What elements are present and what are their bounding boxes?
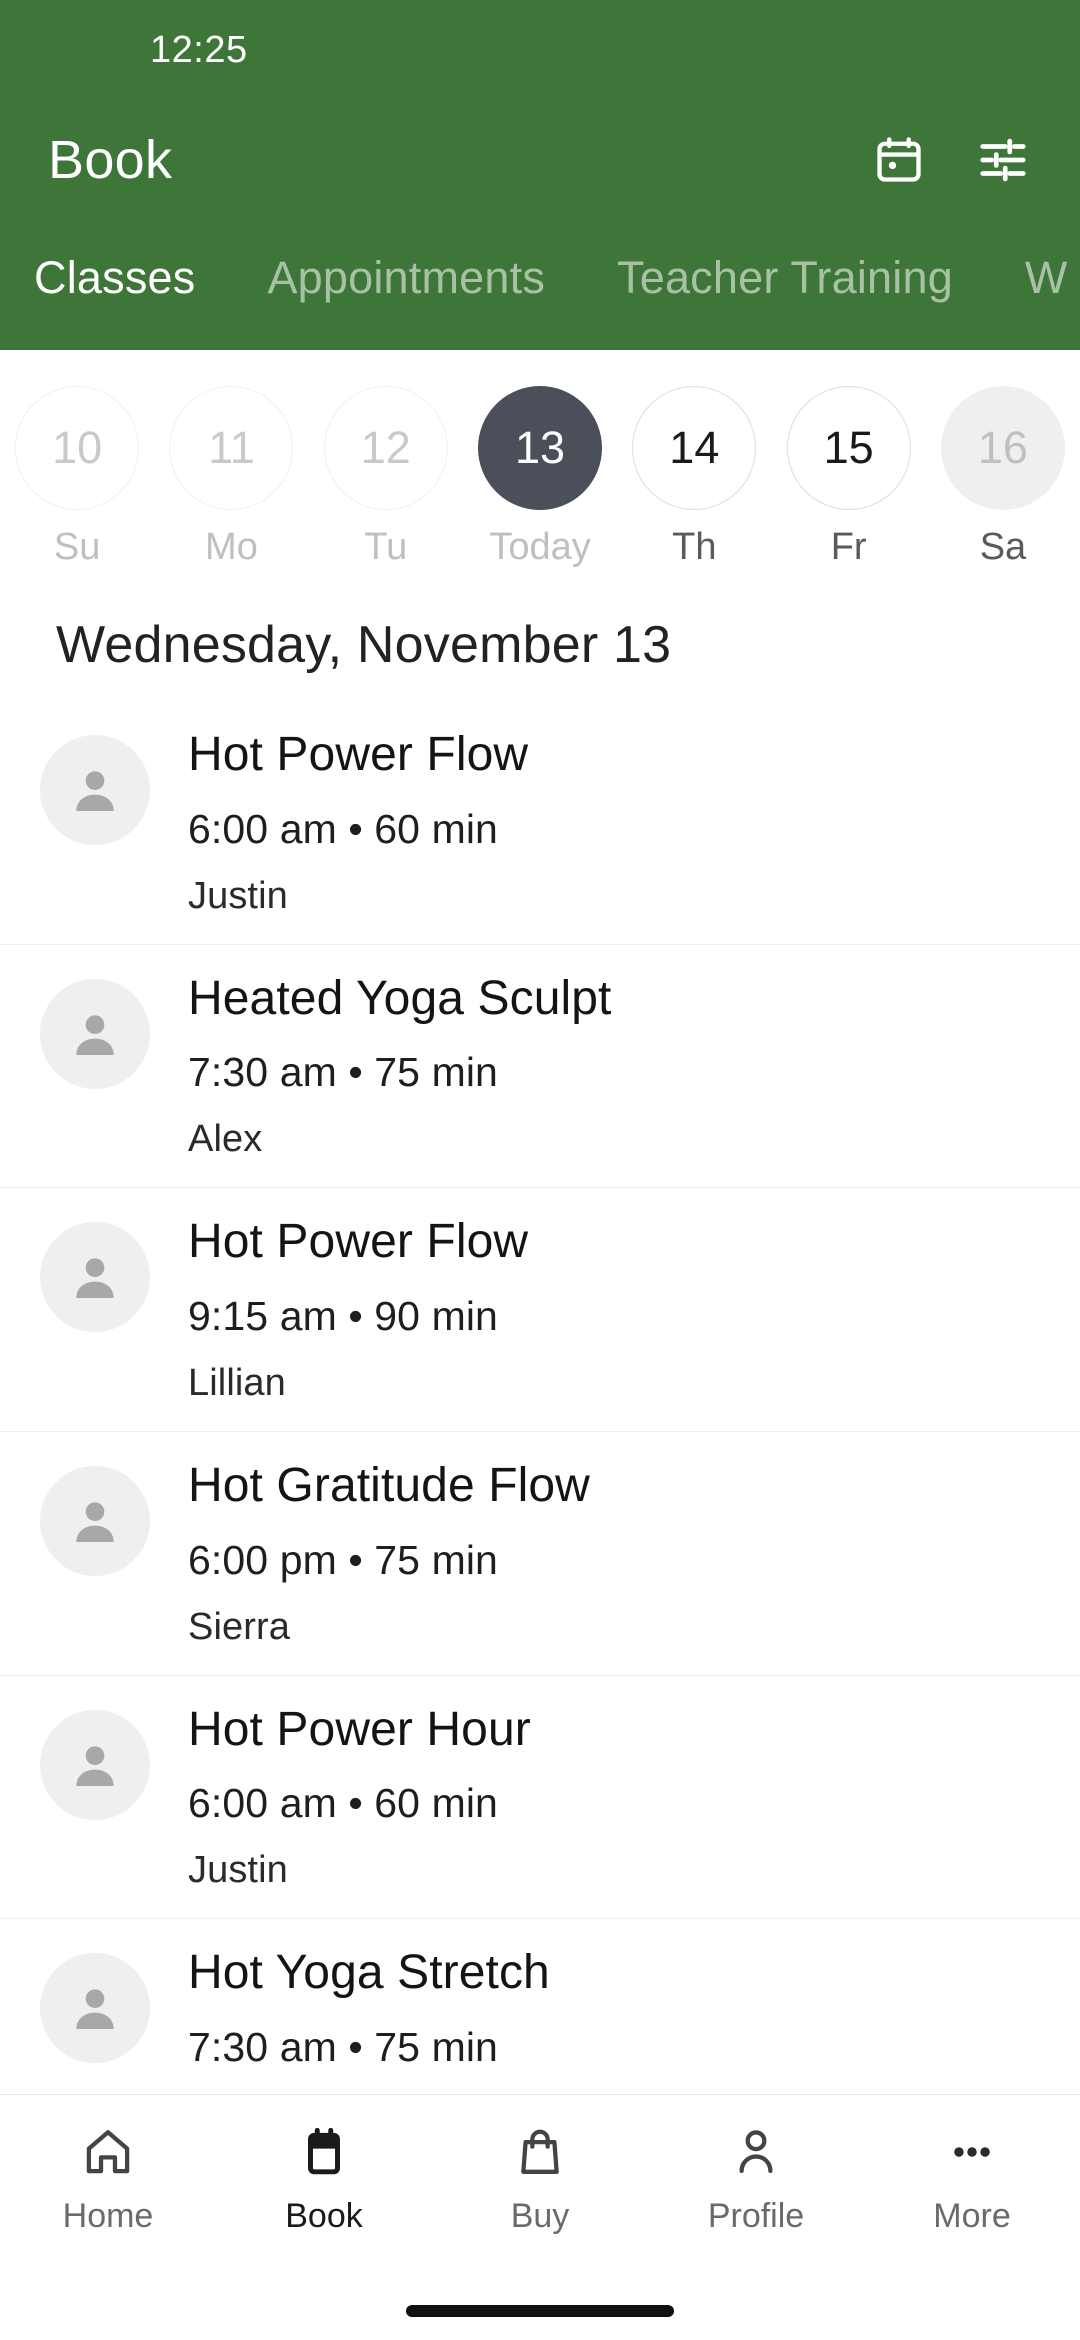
date-cell-10[interactable]: 10 Su (0, 386, 154, 569)
status-bar-clock: 12:25 (150, 28, 248, 71)
class-time-duration: 6:00 pm • 75 min (188, 1536, 498, 1583)
tab-appointments[interactable]: Appointments (231, 252, 581, 350)
teacher-avatar-placeholder-icon (40, 1222, 150, 1333)
date-cell-11[interactable]: 11 Mo (154, 386, 308, 569)
date-cell-13-selected[interactable]: 13 Today (463, 386, 617, 569)
class-teacher: Lillian (188, 1361, 286, 1404)
nav-label: Buy (510, 2197, 570, 2235)
teacher-avatar-placeholder-icon (40, 1465, 150, 1576)
class-time-duration: 7:30 am • 75 min (188, 2023, 498, 2070)
calendar-icon (297, 2121, 351, 2183)
nav-item-buy[interactable]: Buy (432, 2121, 648, 2236)
class-info: Hot Power Flow 6:00 am • 60 min Justin (188, 727, 528, 918)
date-circle[interactable]: 10 (15, 386, 140, 510)
app-header: 12:25 Book Classes Appointments Teacher … (0, 0, 1080, 350)
nav-label: Book (285, 2197, 363, 2235)
date-circle[interactable]: 14 (632, 386, 757, 510)
date-weekday-label: Mo (205, 526, 258, 568)
date-circle[interactable]: 15 (786, 386, 911, 510)
teacher-avatar-placeholder-icon (40, 978, 150, 1089)
teacher-avatar-placeholder-icon (40, 1953, 150, 2064)
nav-label: Home (62, 2197, 154, 2235)
class-title: Hot Power Flow (188, 728, 529, 781)
class-info: Heated Yoga Sculpt 7:30 am • 75 min Alex (188, 971, 612, 1162)
home-icon (81, 2121, 135, 2183)
nav-item-book[interactable]: Book (216, 2121, 432, 2236)
class-info: Hot Gratitude Flow 6:00 pm • 75 min Sier… (188, 1458, 590, 1649)
bottom-navigation[interactable]: Home Book Buy Profile More (0, 2094, 1080, 2282)
class-time-duration: 7:30 am • 75 min (188, 1049, 498, 1096)
category-tabs[interactable]: Classes Appointments Teacher Training W (0, 220, 1080, 350)
home-indicator[interactable] (406, 2305, 674, 2317)
tab-teacher-training[interactable]: Teacher Training (581, 252, 989, 350)
class-list-item[interactable]: Hot Power Flow 9:15 am • 90 min Lillian (0, 1188, 1080, 1432)
class-title: Hot Yoga Stretch (188, 1946, 550, 2000)
class-time-duration: 6:00 am • 60 min (188, 1780, 498, 1827)
bag-icon (513, 2121, 567, 2183)
class-teacher: Justin (188, 1849, 288, 1892)
class-list[interactable]: Hot Power Flow 6:00 am • 60 min Justin H… (0, 701, 1080, 2094)
class-teacher: Sierra (188, 1605, 290, 1648)
nav-label: Profile (707, 2197, 805, 2235)
date-weekday-label: Su (53, 526, 101, 568)
teacher-avatar-placeholder-icon (40, 1709, 150, 1820)
class-teacher: Justin (188, 874, 288, 917)
tab-classes[interactable]: Classes (34, 252, 231, 350)
home-indicator-area (0, 2282, 1080, 2340)
app-bar-actions (870, 131, 1032, 189)
teacher-avatar-placeholder-icon (40, 735, 150, 845)
class-time-duration: 6:00 am • 60 min (188, 805, 498, 852)
nav-item-more[interactable]: More (864, 2121, 1080, 2236)
date-weekday-label: Tu (364, 526, 408, 568)
date-circle-selected[interactable]: 13 (478, 386, 603, 510)
tune-filter-icon[interactable] (974, 131, 1032, 189)
date-circle[interactable]: 16 (940, 386, 1065, 510)
class-info: Hot Power Hour 6:00 am • 60 min Justin (188, 1702, 531, 1893)
class-title: Hot Gratitude Flow (188, 1458, 590, 1512)
date-cell-12[interactable]: 12 Tu (309, 386, 463, 569)
page-title: Book (48, 130, 173, 190)
nav-label: More (933, 2197, 1011, 2235)
class-info: Hot Yoga Stretch 7:30 am • 75 min Heathe… (188, 1945, 550, 2094)
class-title: Hot Power Hour (188, 1702, 531, 1756)
date-weekday-label: Fr (830, 526, 867, 568)
class-teacher: Alex (188, 1118, 263, 1161)
nav-item-profile[interactable]: Profile (648, 2121, 864, 2236)
class-list-item[interactable]: Heated Yoga Sculpt 7:30 am • 75 min Alex (0, 945, 1080, 1189)
date-weekday-label: Today (489, 526, 591, 568)
class-teacher: Heather (188, 2093, 550, 2094)
app-bar: Book (0, 100, 1080, 220)
date-weekday-label: Sa (979, 526, 1027, 568)
class-title: Heated Yoga Sculpt (188, 971, 612, 1025)
class-list-item[interactable]: Hot Gratitude Flow 6:00 pm • 75 min Sier… (0, 1432, 1080, 1676)
tab-workshops[interactable]: W (989, 252, 1080, 350)
date-circle[interactable]: 11 (169, 386, 294, 510)
more-dots-icon (945, 2121, 999, 2183)
date-circle[interactable]: 12 (323, 386, 448, 510)
person-icon (729, 2121, 783, 2183)
calendar-icon[interactable] (870, 131, 928, 189)
date-selector[interactable]: 10 Su 11 Mo 12 Tu 13 Today 14 Th 15 Fr 1… (0, 350, 1080, 591)
nav-item-home[interactable]: Home (0, 2121, 216, 2236)
status-bar: 12:25 (0, 0, 1080, 100)
app-screen: 12:25 Book Classes Appointments Teacher … (0, 0, 1080, 2340)
class-time-duration: 9:15 am • 90 min (188, 1292, 498, 1339)
date-cell-16[interactable]: 16 Sa (926, 386, 1080, 569)
selected-date-heading: Wednesday, November 13 (56, 616, 672, 674)
date-cell-15[interactable]: 15 Fr (771, 386, 925, 569)
class-info: Hot Power Flow 9:15 am • 90 min Lillian (188, 1214, 528, 1405)
class-title: Hot Power Flow (188, 1215, 529, 1269)
class-list-item[interactable]: Hot Power Hour 6:00 am • 60 min Justin (0, 1676, 1080, 1920)
class-list-item[interactable]: Hot Yoga Stretch 7:30 am • 75 min Heathe… (0, 1919, 1080, 2094)
date-cell-14[interactable]: 14 Th (617, 386, 771, 569)
class-list-item[interactable]: Hot Power Flow 6:00 am • 60 min Justin (0, 701, 1080, 945)
date-weekday-label: Th (672, 526, 717, 568)
